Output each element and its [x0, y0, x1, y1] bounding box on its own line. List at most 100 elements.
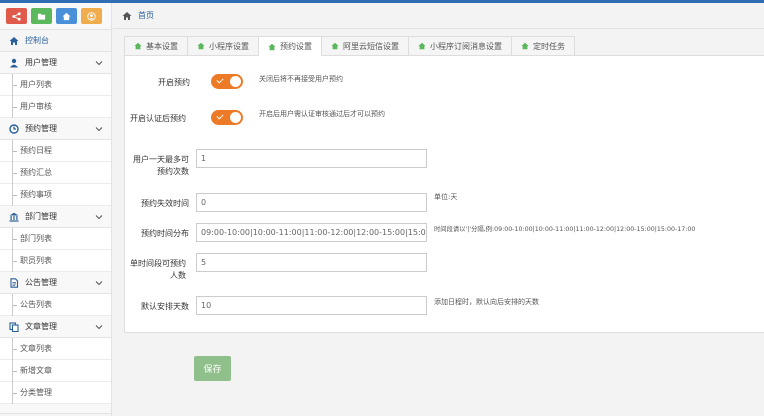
save-button[interactable]: 保存: [194, 356, 231, 381]
home-icon: [331, 42, 339, 50]
toggle-knob: [230, 112, 241, 123]
sidebar-item-label: 公告列表: [20, 300, 52, 309]
main-content: 首页 基本设置 小程序设置 预约设置 阿里云短信设置 小程序订阅消息设置 定时任…: [113, 3, 764, 416]
settings-tabs: 基本设置 小程序设置 预约设置 阿里云短信设置 小程序订阅消息设置 定时任务: [124, 36, 575, 56]
enable-verify-toggle[interactable]: [211, 110, 243, 125]
sidebar-item-booking-schedule[interactable]: 预约日程: [0, 140, 111, 162]
sidebar-group-label: 部门管理: [25, 212, 57, 221]
breadcrumb: 首页: [113, 3, 764, 29]
sidebar-item-dashboard[interactable]: 控制台: [0, 30, 111, 52]
sidebar-group-label: 文章管理: [25, 322, 57, 331]
chevron-down-icon: [95, 325, 103, 330]
default-days-label: 默认安排天数: [141, 302, 189, 311]
clock-icon: [8, 123, 19, 134]
sidebar-item-label: 用户审核: [20, 102, 52, 111]
sidebar-item-booking-items[interactable]: 预约事项: [0, 184, 111, 206]
chevron-down-icon: [95, 127, 103, 132]
tab-basic-settings[interactable]: 基本设置: [124, 36, 188, 55]
expire-time-hint: 单位:天: [434, 193, 458, 201]
sidebar-item-new-article[interactable]: 新增文章: [0, 360, 111, 382]
sidebar-group-label: 公告管理: [25, 278, 57, 287]
home-icon: [62, 12, 71, 20]
sidebar-group-users[interactable]: 用户管理: [0, 52, 111, 74]
slot-capacity-input[interactable]: 5: [196, 253, 427, 272]
shortcut-home[interactable]: [56, 8, 77, 24]
tab-subscribe-message-settings[interactable]: 小程序订阅消息设置: [408, 36, 512, 55]
check-icon: [216, 76, 224, 84]
tab-label: 小程序订阅消息设置: [430, 41, 502, 51]
sidebar-item-label: 分类管理: [20, 388, 52, 397]
enable-booking-label: 开启预约: [158, 78, 190, 87]
check-icon: [216, 112, 224, 120]
sidebar-group-notices[interactable]: 公告管理: [0, 272, 111, 294]
max-per-day-label: 用户一天最多可预约次数: [133, 155, 189, 176]
sidebar-item-label: 预约汇总: [20, 168, 52, 177]
tab-label: 小程序设置: [209, 41, 249, 51]
home-icon: [134, 42, 142, 50]
tab-label: 预约设置: [280, 42, 312, 51]
tab-label: 基本设置: [146, 41, 178, 51]
user-icon: [87, 11, 96, 21]
sidebar-item-staff-list[interactable]: 职员列表: [0, 250, 111, 272]
breadcrumb-home-link[interactable]: 首页: [138, 10, 154, 21]
default-days-input[interactable]: 10: [196, 296, 427, 315]
sidebar-item-booking-summary[interactable]: 预约汇总: [0, 162, 111, 184]
sidebar-item-label: 控制台: [25, 36, 49, 45]
expire-time-label: 预约失效时间: [141, 199, 189, 208]
tab-label: 阿里云短信设置: [343, 41, 399, 51]
tab-label: 定时任务: [533, 41, 565, 51]
max-per-day-input[interactable]: 1: [196, 149, 427, 168]
shortcut-user[interactable]: [81, 8, 102, 24]
shortcut-folder[interactable]: [31, 8, 52, 24]
booking-settings-panel: 开启预约 关闭后将不再接受用户预约 开启认证后预约 开启后用户需认证审核通过后才…: [124, 55, 764, 333]
sidebar-group-label: 预约管理: [25, 124, 57, 133]
chevron-down-icon: [95, 281, 103, 286]
sidebar: 控制台 用户管理 用户列表 用户审核 预约管理 预约日程 预约汇总 预约事项 部…: [0, 3, 112, 416]
sidebar-item-user-review[interactable]: 用户审核: [0, 96, 111, 118]
document-icon: [8, 277, 19, 288]
sidebar-item-label: 预约事项: [20, 190, 52, 199]
expire-time-input[interactable]: 0: [196, 193, 427, 212]
toggle-knob: [230, 76, 241, 87]
sidebar-item-label: 部门列表: [20, 234, 52, 243]
sidebar-group-label: 用户管理: [25, 58, 57, 67]
sidebar-group-departments[interactable]: 部门管理: [0, 206, 111, 228]
sidebar-group-booking[interactable]: 预约管理: [0, 118, 111, 140]
enable-booking-toggle[interactable]: [211, 74, 243, 89]
enable-verify-hint: 开启后用户需认证审核通过后才可以预约: [259, 110, 385, 118]
shortcut-share[interactable]: [6, 8, 27, 24]
sidebar-item-article-list[interactable]: 文章列表: [0, 338, 111, 360]
enable-booking-hint: 关闭后将不再接受用户预约: [259, 75, 343, 83]
tab-aliyun-sms-settings[interactable]: 阿里云短信设置: [321, 36, 409, 55]
shortcut-bar: [0, 3, 111, 30]
time-slots-hint: 时间段请以'|'分隔,例:09:00-10:00|10:00-11:00|11:…: [434, 226, 696, 233]
home-icon: [8, 35, 19, 46]
sidebar-item-label: 新增文章: [20, 366, 52, 375]
time-slots-label: 预约时间分布: [141, 229, 189, 238]
home-icon: [122, 11, 132, 20]
sidebar-group-more[interactable]: [0, 404, 111, 414]
share-icon: [12, 11, 21, 21]
tab-booking-settings[interactable]: 预约设置: [258, 36, 322, 56]
bank-icon: [8, 211, 19, 222]
home-icon: [521, 42, 529, 50]
chevron-down-icon: [95, 215, 103, 220]
sidebar-item-label: 用户列表: [20, 80, 52, 89]
time-slots-input[interactable]: 09:00-10:00|10:00-11:00|11:00-12:00|12:0…: [196, 223, 427, 242]
sidebar-item-label: 预约日程: [20, 146, 52, 155]
chevron-down-icon: [95, 61, 103, 66]
sidebar-item-label: 文章列表: [20, 344, 52, 353]
sidebar-item-category-manage[interactable]: 分类管理: [0, 382, 111, 404]
sidebar-item-label: 职员列表: [20, 256, 52, 265]
sidebar-item-department-list[interactable]: 部门列表: [0, 228, 111, 250]
tab-scheduled-tasks[interactable]: 定时任务: [511, 36, 575, 55]
tab-miniprogram-settings[interactable]: 小程序设置: [187, 36, 259, 55]
sidebar-item-notice-list[interactable]: 公告列表: [0, 294, 111, 316]
enable-verify-label: 开启认证后预约: [130, 114, 186, 123]
home-icon: [418, 42, 426, 50]
folder-icon: [37, 13, 46, 20]
user-icon: [8, 57, 19, 68]
slot-capacity-label: 单时间段可预约人数: [130, 259, 186, 280]
sidebar-item-user-list[interactable]: 用户列表: [0, 74, 111, 96]
sidebar-group-articles[interactable]: 文章管理: [0, 316, 111, 338]
